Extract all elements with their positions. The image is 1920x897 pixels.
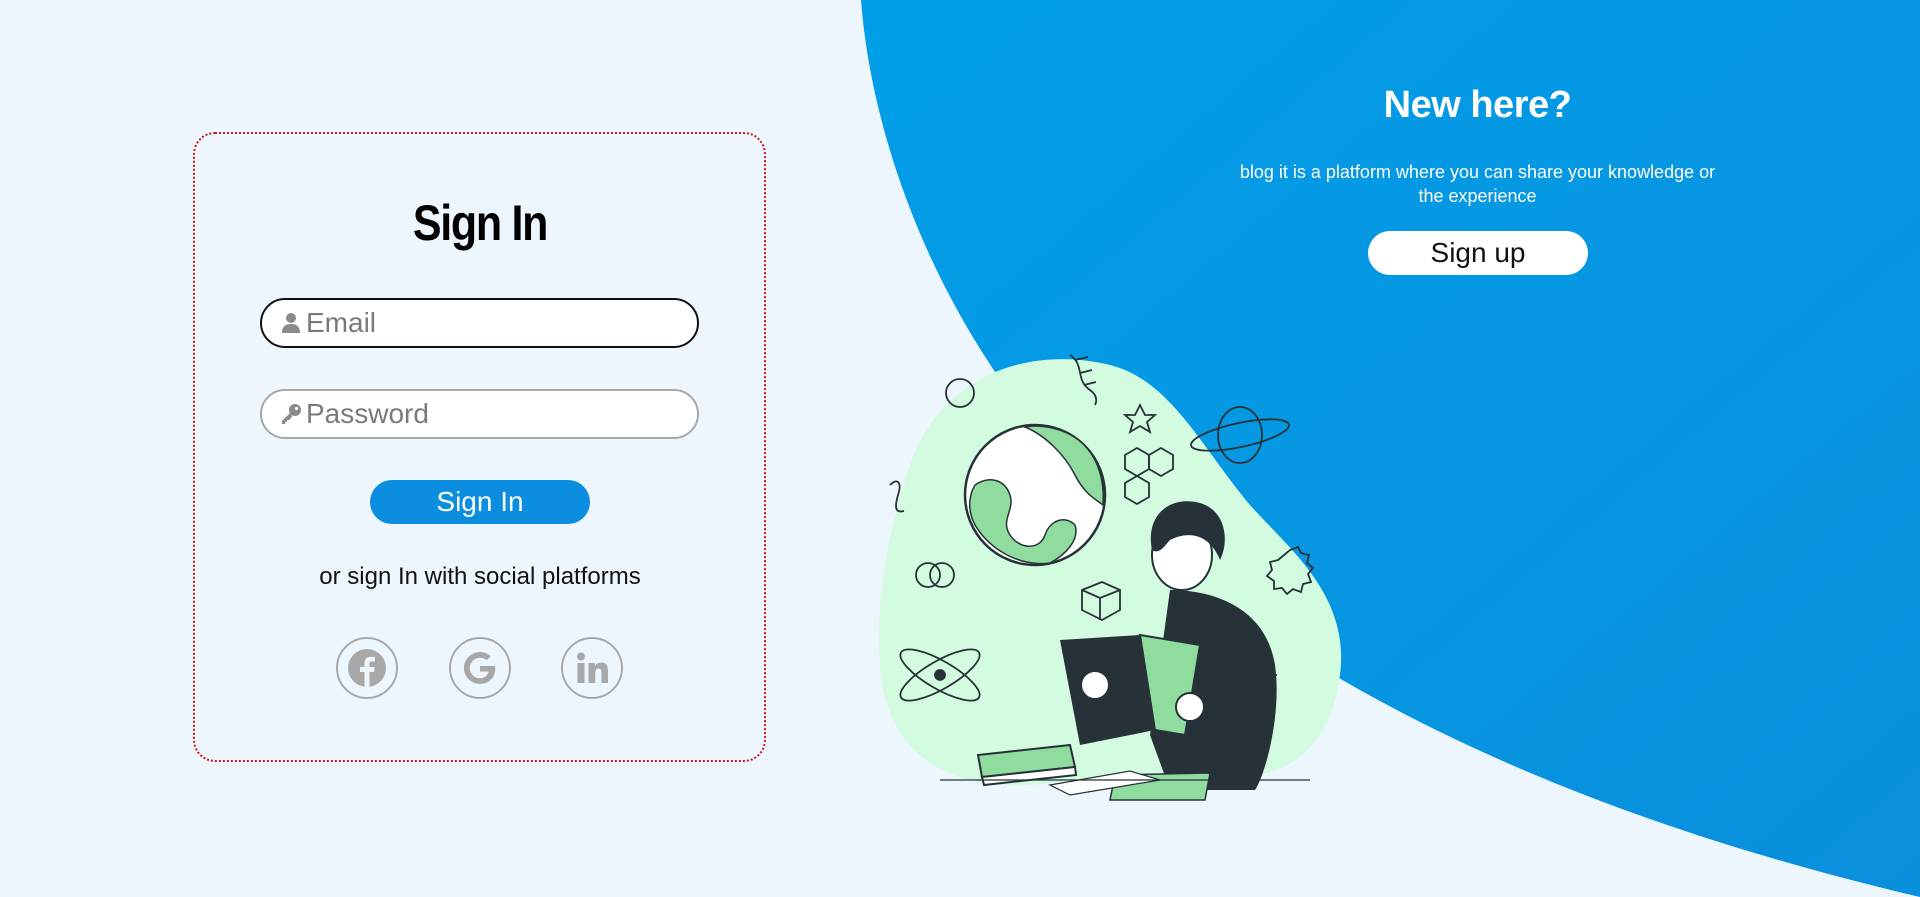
signup-button[interactable]: Sign up <box>1368 231 1588 275</box>
email-input[interactable] <box>306 307 686 339</box>
facebook-icon <box>348 649 386 687</box>
signin-title: Sign In <box>412 195 549 251</box>
social-signin-link[interactable]: or sign In with social platforms <box>0 563 960 591</box>
linkedin-icon <box>577 652 608 683</box>
login-page: Sign In Sign In or sign In with social p… <box>0 0 1920 897</box>
google-button[interactable] <box>449 637 511 699</box>
signin-button[interactable]: Sign In <box>370 480 590 524</box>
linkedin-button[interactable] <box>561 637 623 699</box>
promo-description: blog it is a platform where you can shar… <box>1239 162 1716 206</box>
social-signin-text[interactable]: or sign In with social platforms <box>319 563 640 591</box>
facebook-button[interactable] <box>336 637 398 699</box>
password-field[interactable] <box>260 389 699 439</box>
email-field[interactable] <box>260 298 699 348</box>
google-icon <box>464 652 496 684</box>
password-input[interactable] <box>306 398 686 430</box>
globe-drawing <box>963 423 1107 567</box>
key-icon <box>280 401 302 427</box>
user-icon <box>280 310 302 336</box>
promo-title: New here? <box>1383 84 1572 126</box>
